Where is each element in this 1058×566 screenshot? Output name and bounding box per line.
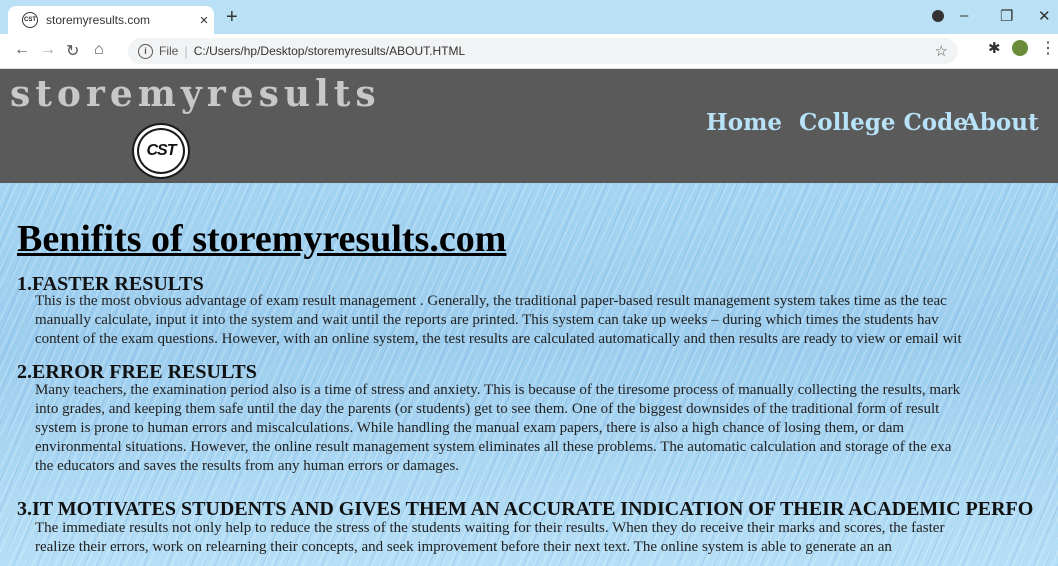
- cst-logo: CST: [132, 123, 190, 179]
- paragraph-line: content of the exam questions. However, …: [35, 331, 962, 347]
- nav-college-code-link[interactable]: College Code: [799, 109, 968, 136]
- menu-icon[interactable]: ⋮: [1040, 38, 1056, 58]
- home-icon[interactable]: ⌂: [94, 41, 104, 59]
- site-brand: storemyresults: [10, 73, 381, 115]
- tab-close-icon[interactable]: ×: [196, 12, 212, 29]
- browser-toolbar: ← → ↻ ⌂ i File | C:/Users/hp/Desktop/sto…: [0, 34, 1058, 69]
- info-icon[interactable]: i: [138, 43, 153, 59]
- profile-icon[interactable]: [932, 10, 944, 22]
- paragraph-line: Many teachers, the examination period al…: [35, 382, 961, 398]
- tab-title: storemyresults.com: [46, 13, 151, 27]
- section-paragraph: The immediate results not only help to r…: [35, 519, 1058, 557]
- section-heading: 3.IT MOTIVATES STUDENTS AND GIVES THEM A…: [17, 498, 1034, 520]
- forward-arrow-icon[interactable]: →: [40, 41, 56, 59]
- page-body: storemyresults CST Home College Code Abo…: [0, 69, 1058, 566]
- paragraph-line: environmental situations. However, the o…: [35, 439, 952, 455]
- close-icon[interactable]: ✕: [1038, 7, 1051, 25]
- nav-home-link[interactable]: Home: [706, 109, 782, 136]
- site-header: storemyresults CST Home College Code Abo…: [0, 69, 1058, 183]
- new-tab-button[interactable]: +: [226, 6, 238, 29]
- url-separator: |: [184, 43, 188, 59]
- address-bar[interactable]: i File | C:/Users/hp/Desktop/storemyresu…: [128, 38, 958, 64]
- reload-icon[interactable]: ↻: [66, 41, 79, 61]
- url-scheme-label: File: [159, 44, 179, 58]
- extensions-icon[interactable]: ✱: [988, 39, 1001, 57]
- minimize-icon[interactable]: –: [960, 7, 968, 24]
- paragraph-line: the educators and saves the results from…: [35, 458, 460, 474]
- tab-favicon-icon: CST: [22, 12, 38, 28]
- paragraph-line: realize their errors, work on relearning…: [35, 539, 892, 555]
- avatar[interactable]: [1012, 40, 1028, 56]
- back-arrow-icon[interactable]: ←: [14, 41, 30, 59]
- section-paragraph: This is the most obvious advantage of ex…: [35, 292, 1058, 349]
- maximize-icon[interactable]: ❐: [1000, 7, 1013, 25]
- paragraph-line: system is prone to human errors and misc…: [35, 420, 905, 436]
- section-paragraph: Many teachers, the examination period al…: [35, 381, 1058, 476]
- browser-tab[interactable]: CST storemyresults.com ×: [8, 6, 214, 34]
- nav-about-link[interactable]: About: [962, 109, 1039, 136]
- paragraph-line: The immediate results not only help to r…: [35, 520, 945, 536]
- star-icon[interactable]: ☆: [935, 42, 948, 60]
- paragraph-line: This is the most obvious advantage of ex…: [35, 293, 947, 309]
- browser-tab-strip: CST storemyresults.com × + – ❐ ✕: [0, 0, 1058, 34]
- logo-text: CST: [146, 142, 177, 159]
- url-text[interactable]: C:/Users/hp/Desktop/storemyresults/ABOUT…: [194, 44, 465, 58]
- paragraph-line: into grades, and keeping them safe until…: [35, 401, 940, 417]
- paragraph-line: manually calculate, input it into the sy…: [35, 312, 939, 328]
- page-title: Benifits of storemyresults.com: [17, 218, 507, 260]
